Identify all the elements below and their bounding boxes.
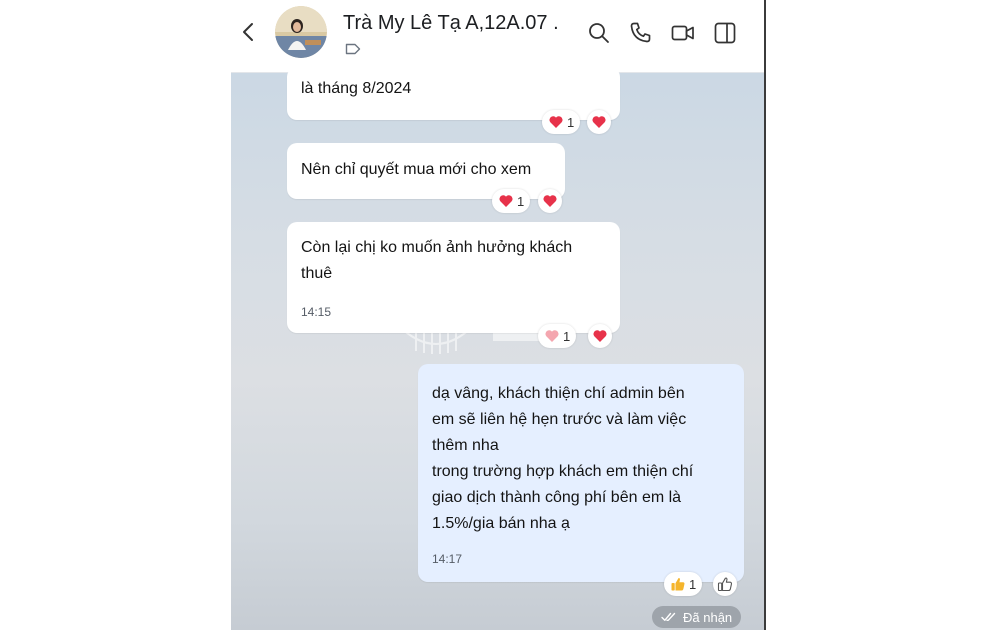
avatar[interactable] <box>275 6 327 58</box>
video-camera-icon[interactable] <box>669 19 697 47</box>
reaction-count: 1 <box>567 114 575 130</box>
chat-window: Trà My Lê Tạ A,12A.07 . là tháng 8/2024 … <box>231 0 764 630</box>
window-border <box>764 0 766 630</box>
message-bubble[interactable]: Còn lại chị ko muốn ảnh hưởng khách thuê… <box>287 222 620 333</box>
reaction-summary[interactable]: 1 <box>542 110 581 134</box>
message-text: là tháng 8/2024 <box>301 80 412 97</box>
phone-icon[interactable] <box>626 19 654 47</box>
contact-name[interactable]: Trà My Lê Tạ A,12A.07 . <box>343 12 559 35</box>
message-text-line: 1.5%/gia bán nha ạ <box>432 515 570 532</box>
reaction-summary[interactable]: 1 <box>664 572 703 596</box>
heart-icon <box>592 116 606 128</box>
double-check-icon <box>661 612 676 621</box>
message-text-line: dạ vâng, khách thiện chí admin bên <box>432 385 685 402</box>
sidebar-toggle-icon[interactable] <box>711 19 739 47</box>
reaction-count: 1 <box>563 328 571 344</box>
message-text-line: Còn lại chị ko muốn ảnh hưởng khách <box>301 239 573 256</box>
heart-icon <box>543 195 557 207</box>
chevron-left-icon[interactable] <box>237 20 261 44</box>
react-button[interactable] <box>588 324 612 348</box>
message-text-line: giao dịch thành công phí bên em là <box>432 489 682 506</box>
heart-icon <box>593 330 607 342</box>
thumbs-up-icon <box>671 578 685 591</box>
react-button[interactable] <box>587 110 611 134</box>
heart-icon <box>499 195 513 207</box>
delivery-status-label: Đã nhận <box>683 609 733 625</box>
delivery-status: Đã nhận <box>652 606 742 628</box>
like-button[interactable] <box>713 572 737 596</box>
search-icon[interactable] <box>585 19 613 47</box>
thumbs-up-icon <box>717 577 733 592</box>
reaction-summary[interactable]: 1 <box>538 324 577 348</box>
message-text: Nên chỉ quyết mua mới cho xem <box>301 161 532 178</box>
message-time: 14:15 <box>301 305 332 319</box>
reaction-count: 1 <box>689 576 697 592</box>
message-text-line: trong trường hợp khách em thiện chí <box>432 463 694 480</box>
react-button[interactable] <box>538 189 562 213</box>
message-bubble-outgoing[interactable]: dạ vâng, khách thiện chí admin bên em sẽ… <box>418 364 744 582</box>
reaction-count: 1 <box>517 193 525 209</box>
message-text-line: em sẽ liên hệ hẹn trước và làm việc <box>432 411 687 428</box>
chat-header: Trà My Lê Tạ A,12A.07 . <box>231 0 764 73</box>
message-text-line: thuê <box>301 265 333 282</box>
message-time: 14:17 <box>432 552 463 566</box>
heart-icon <box>549 116 563 128</box>
reaction-summary[interactable]: 1 <box>492 189 531 213</box>
heart-icon <box>545 330 559 342</box>
tag-icon[interactable] <box>345 43 361 55</box>
message-list[interactable]: là tháng 8/2024 1 Nên chỉ quyết mua mới … <box>231 67 764 630</box>
message-text-line: thêm nha <box>432 437 499 454</box>
